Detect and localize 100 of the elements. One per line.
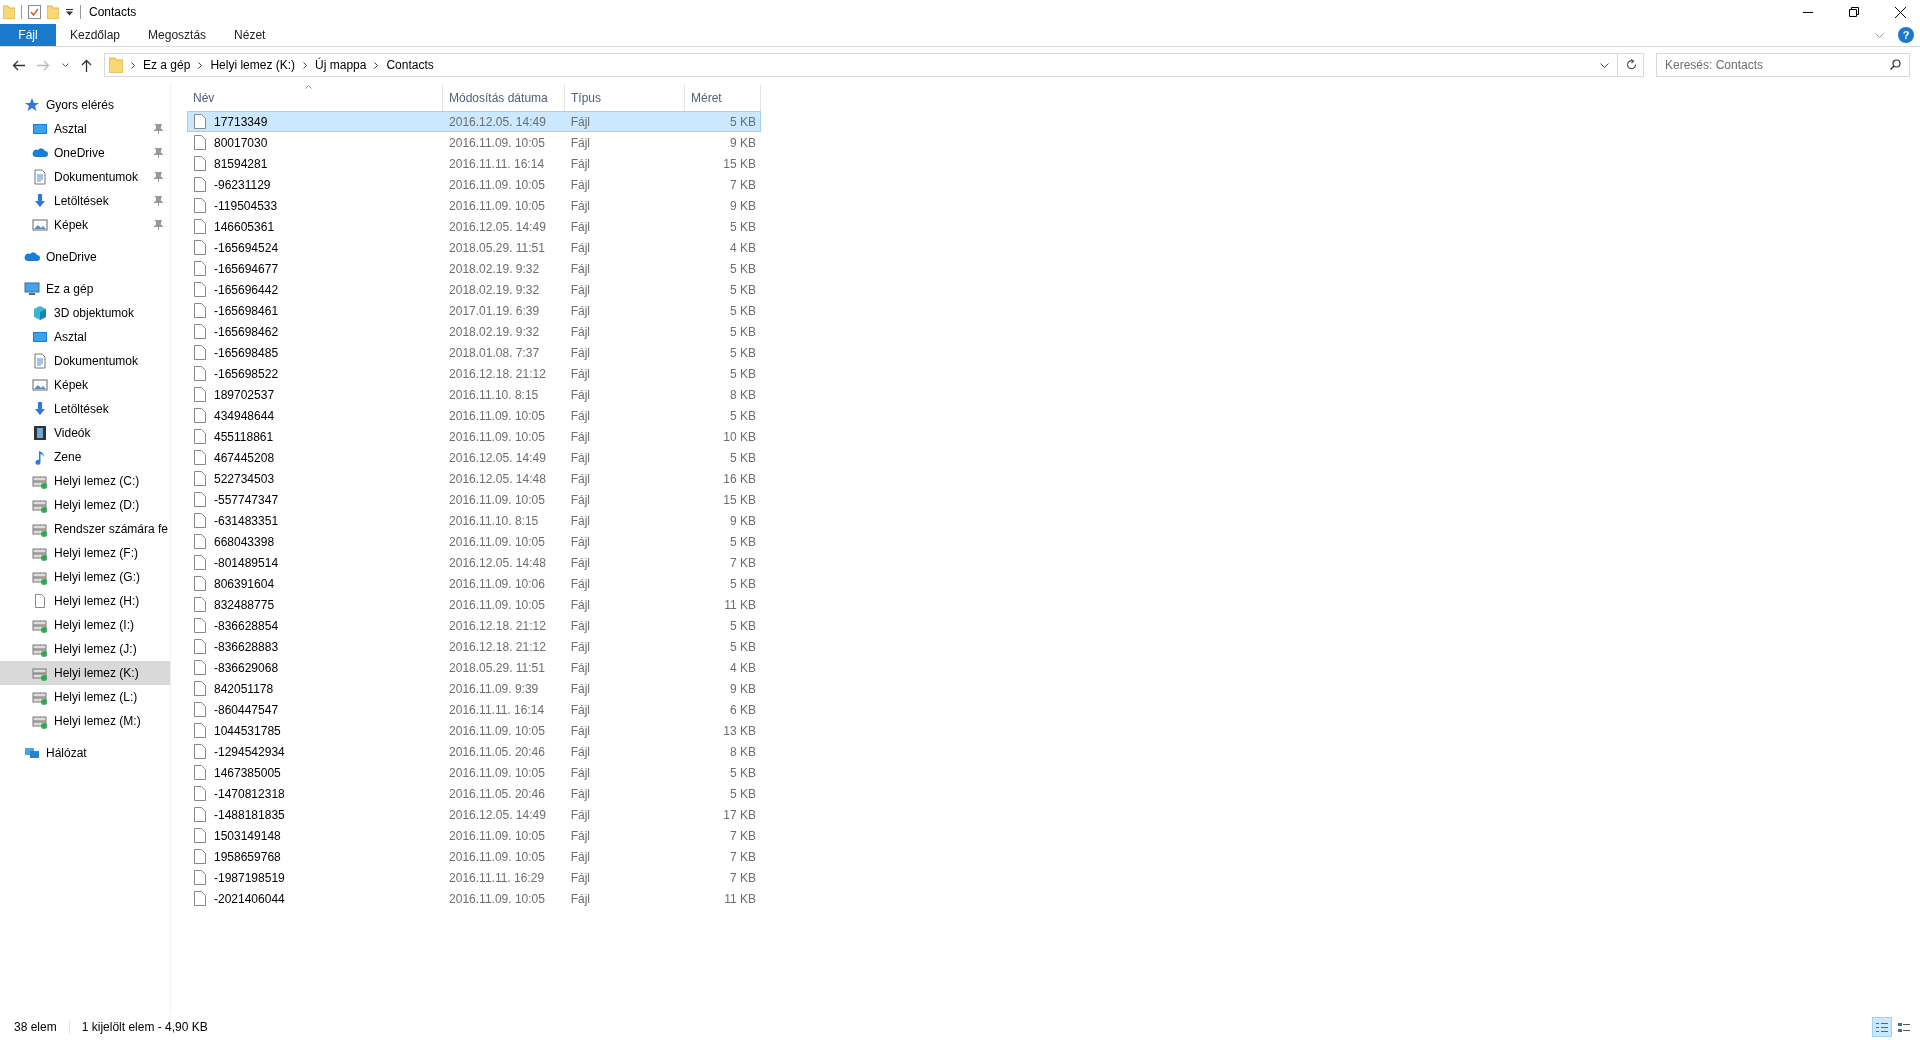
file-row[interactable]: -165698462 2018.02.19. 9:32 Fájl 5 KB [187,321,761,342]
file-row[interactable]: 522734503 2016.12.05. 14:48 Fájl 16 KB [187,468,761,489]
search-field[interactable]: Keresés: Contacts [1656,53,1910,77]
sidebar-item[interactable]: Asztal [0,325,170,349]
file-row[interactable]: -836629068 2018.05.29. 11:51 Fájl 4 KB [187,657,761,678]
file-row[interactable]: -165696442 2018.02.19. 9:32 Fájl 5 KB [187,279,761,300]
sidebar-item[interactable]: Rendszer számára fe [0,517,170,541]
file-row[interactable]: 668043398 2016.11.09. 10:05 Fájl 5 KB [187,531,761,552]
help-button[interactable]: ? [1898,27,1914,43]
dropdown-caret-icon[interactable] [65,8,74,16]
pin-icon[interactable] [154,124,163,134]
checklist-icon[interactable] [28,5,41,19]
file-row[interactable]: -119504533 2016.11.09. 10:05 Fájl 9 KB [187,195,761,216]
file-row[interactable]: 455118861 2016.11.09. 10:05 Fájl 10 KB [187,426,761,447]
file-row[interactable]: -860447547 2016.11.11. 16:14 Fájl 6 KB [187,699,761,720]
file-row[interactable]: -557747347 2016.11.09. 10:05 Fájl 15 KB [187,489,761,510]
sidebar-item[interactable]: Helyi lemez (G:) [0,565,170,589]
file-row[interactable]: -801489514 2016.12.05. 14:48 Fájl 7 KB [187,552,761,573]
sidebar-item[interactable]: Videók [0,421,170,445]
file-size: 4 KB [730,660,756,675]
breadcrumb-item[interactable]: Új mappa [315,58,367,72]
chevron-down-icon[interactable] [1600,62,1609,68]
sidebar-item[interactable]: Helyi lemez (D:) [0,493,170,517]
file-row[interactable]: 832488775 2016.11.09. 10:05 Fájl 11 KB [187,594,761,615]
file-date: 2016.11.09. 10:05 [449,408,545,423]
file-row[interactable]: -165698485 2018.01.08. 7:37 Fájl 5 KB [187,342,761,363]
sidebar-item[interactable]: Helyi lemez (H:) [0,589,170,613]
sidebar-item[interactable]: Letöltések [0,397,170,421]
sidebar-item[interactable]: Asztal [0,117,170,141]
sidebar-item[interactable]: Képek [0,373,170,397]
file-row[interactable]: 842051178 2016.11.09. 9:39 Fájl 9 KB [187,678,761,699]
chevron-right-icon[interactable] [303,61,308,69]
sidebar-item[interactable]: Zene [0,445,170,469]
sidebar-item[interactable]: 3D objektumok [0,301,170,325]
file-row[interactable]: -165698522 2016.12.18. 21:12 Fájl 5 KB [187,363,761,384]
file-row[interactable]: -1294542934 2016.11.05. 20:46 Fájl 8 KB [187,741,761,762]
file-row[interactable]: 1503149148 2016.11.09. 10:05 Fájl 7 KB [187,825,761,846]
file-row[interactable]: 81594281 2016.11.11. 16:14 Fájl 15 KB [187,153,761,174]
chevron-right-icon[interactable] [374,61,379,69]
sidebar-item[interactable]: Helyi lemez (F:) [0,541,170,565]
sidebar-item[interactable]: Dokumentumok [0,349,170,373]
pin-icon[interactable] [154,172,163,182]
address-bar[interactable]: Ez a gép Helyi lemez (K:) Új mappa Contacts [104,53,1644,77]
close-icon[interactable] [1895,6,1906,18]
sidebar-item[interactable]: Helyi lemez (K:) [0,661,170,685]
breadcrumb-item[interactable]: Helyi lemez (K:) [210,58,296,72]
up-arrow-icon[interactable] [81,58,92,72]
file-row[interactable]: 1044531785 2016.11.09. 10:05 Fájl 13 KB [187,720,761,741]
sidebar-item[interactable]: Hálózat [0,741,170,765]
file-row[interactable]: -836628883 2016.12.18. 21:12 Fájl 5 KB [187,636,761,657]
file-row[interactable]: -631483351 2016.11.10. 8:15 Fájl 9 KB [187,510,761,531]
file-row[interactable]: 1958659768 2016.11.09. 10:05 Fájl 7 KB [187,846,761,867]
file-row[interactable]: -836628854 2016.12.18. 21:12 Fájl 5 KB [187,615,761,636]
file-row[interactable]: 146605361 2016.12.05. 14:49 Fájl 5 KB [187,216,761,237]
file-size: 5 KB [730,114,756,129]
file-row[interactable]: 80017030 2016.11.09. 10:05 Fájl 9 KB [187,132,761,153]
pin-icon[interactable] [154,220,163,230]
file-row[interactable]: -1488181835 2016.12.05. 14:49 Fájl 17 KB [187,804,761,825]
sidebar-item[interactable]: Képek [0,213,170,237]
file-row[interactable]: 434948644 2016.11.09. 10:05 Fájl 5 KB [187,405,761,426]
file-row[interactable]: 17713349 2016.12.05. 14:49 Fájl 5 KB [187,111,761,132]
sidebar-item[interactable]: OneDrive [0,245,170,269]
file-row[interactable]: 189702537 2016.11.10. 8:15 Fájl 8 KB [187,384,761,405]
chevron-down-icon[interactable] [62,63,69,67]
file-row[interactable]: -165694677 2018.02.19. 9:32 Fájl 5 KB [187,258,761,279]
back-arrow-icon[interactable] [12,59,25,71]
ribbon-tab[interactable]: Nézet [220,24,280,46]
details-view-button[interactable] [1872,1017,1892,1037]
sidebar-item[interactable]: Helyi lemez (L:) [0,685,170,709]
file-row[interactable]: -96231129 2016.11.09. 10:05 Fájl 7 KB [187,174,761,195]
sidebar-item[interactable]: Helyi lemez (M:) [0,709,170,733]
sidebar-item[interactable]: Dokumentumok [0,165,170,189]
file-row[interactable]: 806391604 2016.11.09. 10:06 Fájl 5 KB [187,573,761,594]
pin-icon[interactable] [154,148,163,158]
file-type: Fájl [570,387,590,402]
chevron-right-icon[interactable] [198,61,203,69]
chevron-right-icon[interactable] [131,61,135,69]
breadcrumb-item[interactable]: Ez a gép [143,58,191,72]
ribbon-tab[interactable]: Kezdőlap [56,24,135,46]
file-type: Fájl [570,114,590,129]
file-row[interactable]: -1470812318 2016.11.05. 20:46 Fájl 5 KB [187,783,761,804]
sidebar-item[interactable]: Helyi lemez (C:) [0,469,170,493]
refresh-icon[interactable] [1626,59,1637,71]
pin-icon[interactable] [154,196,163,206]
file-row[interactable]: 1467385005 2016.11.09. 10:05 Fájl 5 KB [187,762,761,783]
file-row[interactable]: -2021406044 2016.11.09. 10:05 Fájl 11 KB [187,888,761,909]
restore-icon[interactable] [1849,7,1859,17]
file-row[interactable]: -1987198519 2016.11.11. 16:29 Fájl 7 KB [187,867,761,888]
sidebar-item[interactable]: OneDrive [0,141,170,165]
sidebar-item[interactable]: Helyi lemez (J:) [0,637,170,661]
sidebar-item[interactable]: Gyors elérés [0,93,170,117]
file-row[interactable]: -165698461 2017.01.19. 6:39 Fájl 5 KB [187,300,761,321]
sidebar-item[interactable]: Ez a gép [0,277,170,301]
breadcrumb-item[interactable]: Contacts [386,58,434,72]
sidebar-item[interactable]: Letöltések [0,189,170,213]
file-row[interactable]: -165694524 2018.05.29. 11:51 Fájl 4 KB [187,237,761,258]
sidebar-item[interactable]: Helyi lemez (I:) [0,613,170,637]
minimize-icon[interactable] [1803,11,1813,13]
file-row[interactable]: 467445208 2016.12.05. 14:49 Fájl 5 KB [187,447,761,468]
ribbon-tab[interactable]: Megosztás [134,24,221,46]
